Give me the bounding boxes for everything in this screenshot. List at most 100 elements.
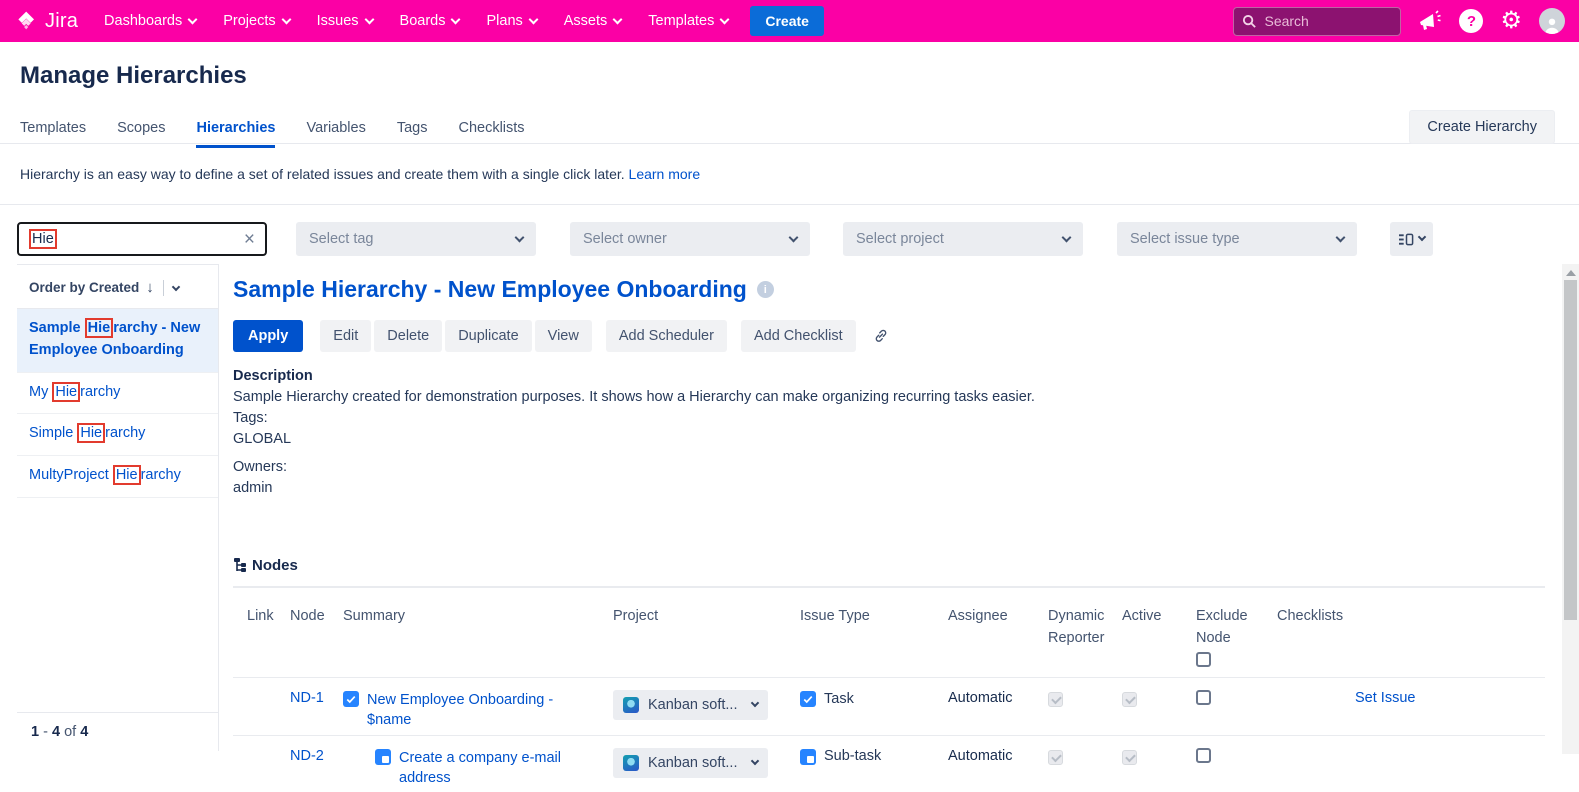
project-dropdown[interactable]: Kanban soft... <box>613 747 768 778</box>
select-issue-type-dropdown[interactable]: Select issue type <box>1117 222 1357 256</box>
delete-button[interactable]: Delete <box>374 320 443 352</box>
cell-active <box>1122 748 1196 765</box>
hierarchy-detail: Sample Hierarchy - New Employee Onboardi… <box>233 276 1545 792</box>
learn-more-link[interactable]: Learn more <box>629 166 701 182</box>
intro-text: Hierarchy is an easy way to define a set… <box>20 166 700 182</box>
chevron-down-icon <box>364 14 374 24</box>
action-buttons: Apply Edit Delete Duplicate View Add Sch… <box>233 320 1545 352</box>
node-link[interactable]: ND-1 <box>290 690 324 706</box>
issue-type-label: Sub-task <box>824 748 882 765</box>
match-highlight: Hie <box>84 318 114 338</box>
copy-link-button[interactable] <box>872 327 890 345</box>
apply-button[interactable]: Apply <box>233 320 304 352</box>
summary-link[interactable]: New Employee Onboarding - $name <box>367 690 575 731</box>
exclude-node-checkbox[interactable] <box>1196 690 1211 706</box>
nodes-table-header: Link Node Summary Project Issue Type Ass… <box>233 588 1545 677</box>
hierarchy-list: Sample Hie rarchy - New Employee Onboardi… <box>17 309 218 498</box>
info-icon[interactable]: i <box>756 281 774 298</box>
hierarchy-title: Sample Hierarchy - New Employee Onboardi… <box>233 276 1545 303</box>
chevron-down-icon <box>1417 232 1426 242</box>
sort-direction-icon[interactable]: ↓ <box>146 279 154 296</box>
cell-assignee: Automatic <box>948 747 1013 764</box>
chevron-down-icon[interactable] <box>171 282 181 291</box>
global-search-input[interactable] <box>1264 13 1375 29</box>
tabs-divider <box>0 143 1579 144</box>
global-search[interactable] <box>1233 6 1402 36</box>
jira-logo[interactable]: Jira <box>14 9 78 34</box>
create-hierarchy-button[interactable]: Create Hierarchy <box>1409 110 1555 144</box>
cell-exclude <box>1196 747 1277 763</box>
description-label: Description <box>233 368 313 384</box>
order-by-control[interactable]: Order by Created ↓ <box>17 265 218 309</box>
exclude-node-checkbox[interactable] <box>1196 747 1211 763</box>
nav-item-assets[interactable]: Assets <box>564 13 623 29</box>
chevron-down-icon <box>451 14 461 24</box>
list-item-multyproject-hierarchy[interactable]: MultyProject Hie rarchy <box>17 456 218 498</box>
exclude-all-checkbox[interactable] <box>1196 652 1211 668</box>
list-item-my-hierarchy[interactable]: My Hie rarchy <box>17 373 218 415</box>
nav-item-issues[interactable]: Issues <box>317 13 374 29</box>
scrollbar-thumb[interactable] <box>1564 280 1577 620</box>
issue-type-label: Task <box>824 690 854 707</box>
nav-item-boards[interactable]: Boards <box>400 13 461 29</box>
node-link[interactable]: ND-2 <box>290 748 324 764</box>
view-layout-toggle[interactable] <box>1390 222 1433 256</box>
list-item-simple-hierarchy[interactable]: Simple Hie rarchy <box>17 414 218 456</box>
search-icon <box>1243 14 1257 28</box>
cell-node: ND-1 <box>290 690 343 706</box>
duplicate-button[interactable]: Duplicate <box>445 320 532 352</box>
cell-summary: New Employee Onboarding - $name <box>343 690 613 731</box>
col-node: Node <box>290 608 325 625</box>
description-text: Sample Hierarchy created for demonstrati… <box>233 389 1035 406</box>
nav-item-templates[interactable]: Templates <box>648 13 730 29</box>
avatar[interactable] <box>1539 8 1565 34</box>
cell-project: Kanban soft... <box>613 747 800 778</box>
clear-search-icon[interactable]: × <box>244 230 255 249</box>
nav-menu: Dashboards Projects Issues Boards Plans … <box>104 13 730 29</box>
col-issue-type: Issue Type <box>800 608 870 625</box>
col-active: Active <box>1122 608 1162 625</box>
add-checklist-button[interactable]: Add Checklist <box>740 320 856 352</box>
select-owner-label: Select owner <box>583 231 667 247</box>
hierarchy-search-input[interactable]: Hie × <box>17 222 267 256</box>
chevron-down-icon <box>281 14 292 24</box>
select-project-label: Select project <box>856 231 944 247</box>
project-dropdown[interactable]: Kanban soft... <box>613 690 768 721</box>
nodes-title: Nodes <box>252 557 298 575</box>
create-button[interactable]: Create <box>750 6 824 36</box>
vertical-scrollbar[interactable] <box>1562 264 1579 754</box>
help-icon[interactable]: ? <box>1459 9 1484 33</box>
nav-item-plans[interactable]: Plans <box>486 13 539 29</box>
list-item-sample-hierarchy[interactable]: Sample Hie rarchy - New Employee Onboardi… <box>17 309 218 373</box>
select-tag-dropdown[interactable]: Select tag <box>296 222 536 256</box>
tags-label: Tags: <box>233 410 268 427</box>
pagination: 1 - 4 of 4 <box>17 712 218 751</box>
nav-item-dashboards[interactable]: Dashboards <box>104 13 198 29</box>
nodes-tree-icon <box>234 558 246 573</box>
nodes-section-header: Nodes <box>233 557 1545 574</box>
select-project-dropdown[interactable]: Select project <box>843 222 1083 256</box>
select-owner-dropdown[interactable]: Select owner <box>570 222 810 256</box>
cell-dynamic-reporter <box>1048 690 1122 708</box>
nav-item-projects[interactable]: Projects <box>223 13 292 29</box>
owners-label: Owners: <box>233 459 287 476</box>
chevron-down-icon <box>187 14 198 24</box>
scroll-up-arrow[interactable] <box>1565 270 1576 276</box>
owners-value: admin <box>233 480 273 497</box>
col-link: Link <box>247 608 274 625</box>
edit-button[interactable]: Edit <box>320 320 372 352</box>
set-issue-link[interactable]: Set Issue <box>1355 690 1415 706</box>
col-summary: Summary <box>343 608 406 625</box>
cell-issue-type: Task <box>800 690 948 708</box>
subtask-icon <box>375 748 391 765</box>
gear-icon[interactable]: ⚙ <box>1500 9 1522 33</box>
chevron-down-icon <box>750 698 760 708</box>
hierarchy-title-text: Sample Hierarchy - New Employee Onboardi… <box>233 276 747 302</box>
view-button[interactable]: View <box>534 320 592 352</box>
search-match-highlight: Hie <box>29 229 57 249</box>
megaphone-icon[interactable] <box>1418 10 1442 32</box>
add-scheduler-button[interactable]: Add Scheduler <box>605 320 727 352</box>
col-assignee: Assignee <box>948 608 1008 625</box>
logo-text: Jira <box>45 9 79 32</box>
table-row: ND-2 Create a company e-mail address Kan… <box>233 734 1545 792</box>
